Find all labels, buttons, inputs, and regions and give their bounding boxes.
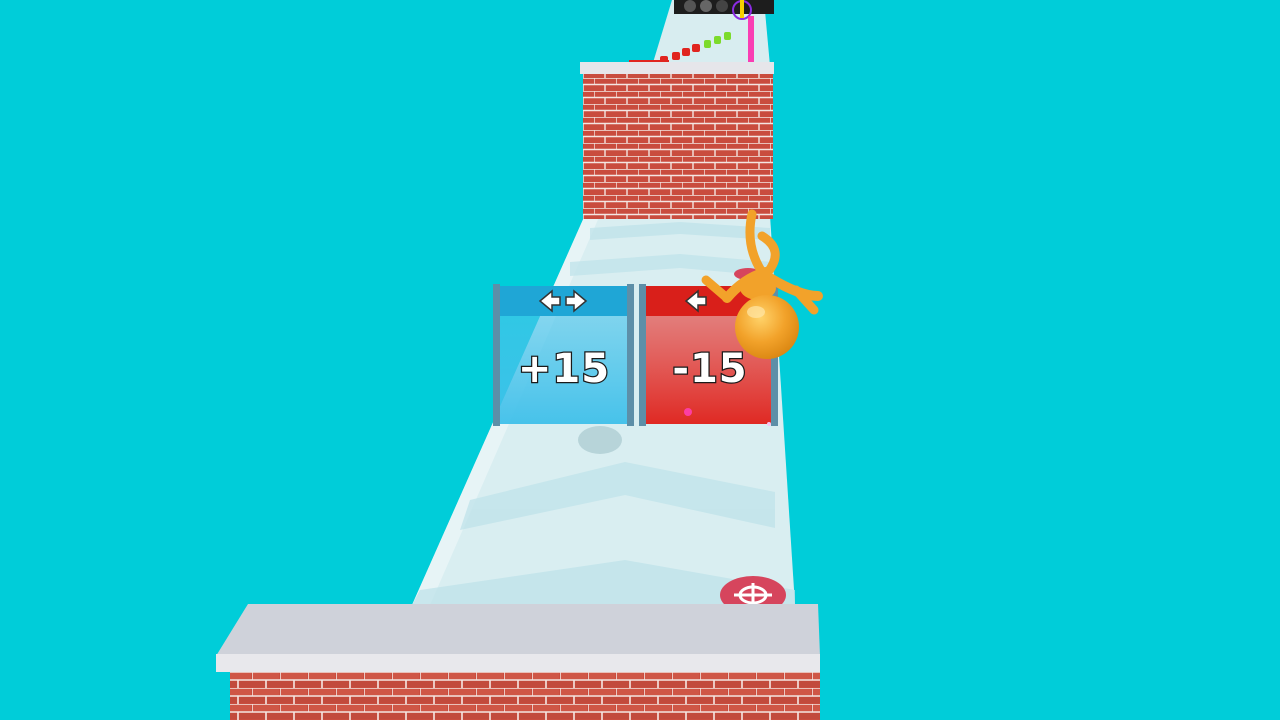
middle-brick-wall — [580, 62, 774, 219]
gate-positive-label: +15 — [518, 346, 610, 392]
game-scene: +15 -15 — [216, 0, 823, 720]
near-brick-wall — [216, 604, 820, 720]
gate-positive: +15 — [493, 284, 634, 426]
gate-shadow — [578, 426, 622, 454]
gate-negative-label: -15 — [672, 346, 747, 392]
